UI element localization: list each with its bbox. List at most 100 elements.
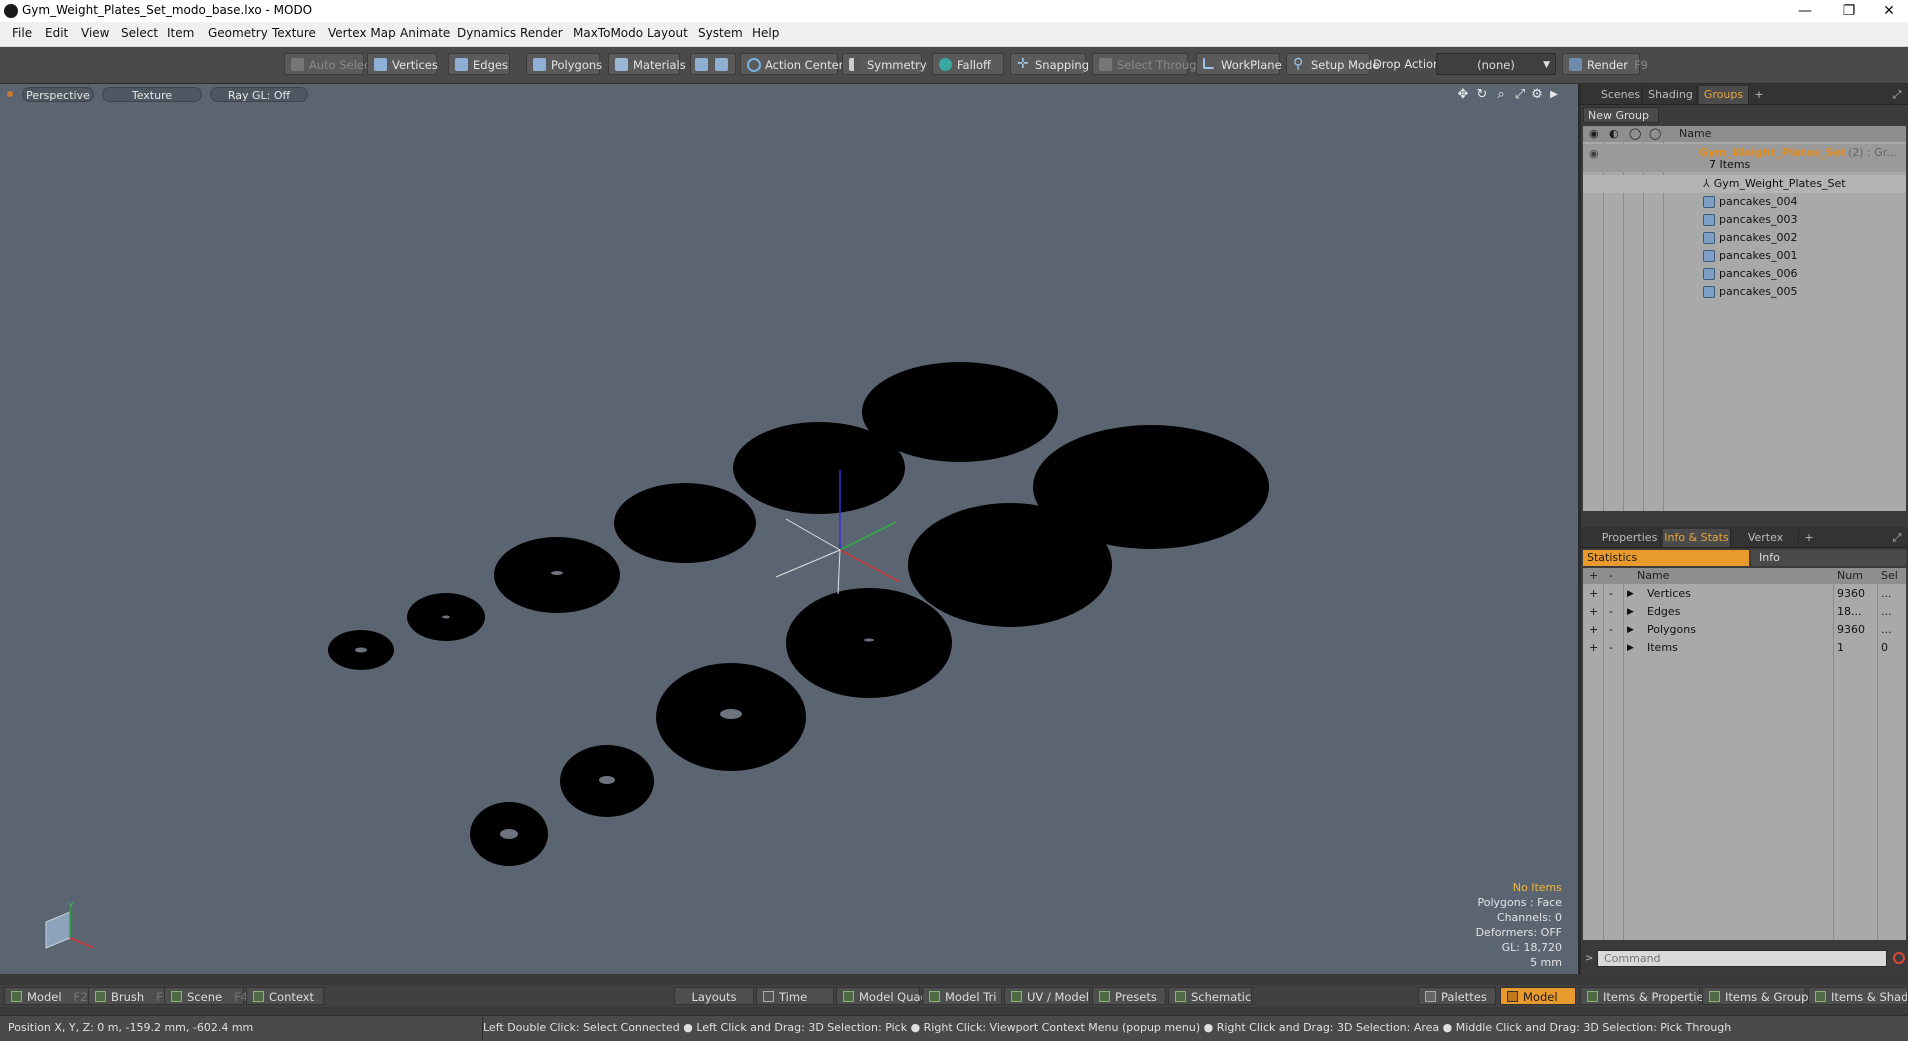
snapping-button[interactable]: ✛ Snapping [1010, 53, 1089, 75]
menu-maxtomodo[interactable]: MaxToModo [573, 26, 643, 40]
tab-schematic[interactable]: Schematic [1168, 987, 1252, 1005]
layouts-button[interactable]: Layouts [674, 987, 754, 1005]
expand-plus-icon[interactable]: + [1589, 585, 1598, 603]
disclosure-triangle-icon[interactable]: ▶ [1627, 603, 1634, 621]
list-item[interactable]: ⅄ Gym_Weight_Plates_Set [1583, 175, 1906, 193]
list-item[interactable]: pancakes_003 [1583, 211, 1906, 229]
table-row[interactable]: + - ▶ Vertices 9360 ... [1583, 585, 1908, 603]
eye-icon[interactable]: ◉ [1589, 145, 1599, 163]
table-row[interactable]: + - ▶ Items 1 0 [1583, 639, 1908, 657]
group-row[interactable]: ◉ Gym_Weight_Plates_Set (2) : Gr... 7 It… [1583, 144, 1906, 172]
fit-icon[interactable]: ⤢ [1513, 88, 1527, 102]
rotate-icon[interactable]: ↻ [1475, 88, 1489, 102]
weight-plate[interactable] [733, 422, 905, 514]
close-button[interactable]: ✕ [1866, 0, 1908, 22]
auto-select-button[interactable]: Auto Select [284, 53, 375, 75]
zoom-icon[interactable]: ⌕ [1494, 88, 1508, 102]
viewport-menu-icon[interactable] [7, 91, 13, 97]
tab-model-tri[interactable]: Model Tri [922, 987, 1002, 1005]
gear-icon[interactable]: ⚙ [1530, 88, 1544, 102]
tab-brush[interactable]: BrushF3 [88, 987, 170, 1005]
collapse-minus-icon[interactable]: - [1609, 585, 1613, 603]
info-subtab[interactable]: Info [1751, 550, 1906, 566]
tab-model-quad[interactable]: Model Quad [836, 987, 928, 1005]
add-tab-button[interactable]: + [1751, 86, 1767, 104]
vertices-button[interactable]: Vertices [367, 53, 438, 75]
menu-select[interactable]: Select [121, 26, 158, 40]
collapse-minus-icon[interactable]: - [1609, 639, 1613, 657]
render-button[interactable]: Render F9 [1562, 53, 1648, 75]
tab-properties[interactable]: Properties [1599, 529, 1661, 547]
menu-file[interactable]: File [12, 26, 32, 40]
expand-arrow-icon[interactable]: ▶ [1547, 88, 1561, 102]
polygons-button[interactable]: Polygons [526, 53, 602, 75]
tab-uv-model[interactable]: UV / Model [1004, 987, 1090, 1005]
menu-edit[interactable]: Edit [45, 26, 68, 40]
minimize-button[interactable]: — [1782, 0, 1828, 22]
tab-scene[interactable]: Scene F4 [164, 987, 248, 1005]
menu-animate[interactable]: Animate [400, 26, 450, 40]
menu-view[interactable]: View [81, 26, 109, 40]
tab-info-stats[interactable]: Info & Stats [1663, 529, 1731, 547]
new-group-button[interactable]: New Group [1583, 107, 1659, 123]
falloff-button[interactable]: Falloff [932, 53, 1004, 75]
list-item[interactable]: pancakes_005 [1583, 283, 1906, 301]
menu-layout[interactable]: Layout [647, 26, 688, 40]
tab-context[interactable]: Context [246, 987, 324, 1005]
edges-button[interactable]: Edges [448, 53, 510, 75]
materials-button[interactable]: Materials [608, 53, 686, 75]
disclosure-triangle-icon[interactable]: ▶ [1627, 621, 1634, 639]
tab-scenes[interactable]: Scenes [1599, 86, 1643, 104]
collapse-minus-icon[interactable]: - [1609, 603, 1613, 621]
symmetry-button[interactable]: Symmetry [842, 53, 927, 75]
selection-sets-buttons[interactable] [690, 53, 736, 75]
ray-gl-tab[interactable]: Ray GL: Off [210, 87, 308, 102]
perspective-tab[interactable]: Perspective [22, 87, 94, 102]
table-row[interactable]: + - ▶ Polygons 9360 ... [1583, 621, 1908, 639]
setup-mode-button[interactable]: ⚲ Setup Mode [1286, 53, 1379, 75]
expand-plus-icon[interactable]: + [1589, 639, 1598, 657]
palettes-button[interactable]: Palettes [1418, 987, 1496, 1005]
action-center-button[interactable]: Action Center [740, 53, 843, 75]
menu-system[interactable]: System [698, 26, 743, 40]
maximize-panel-icon[interactable]: ⤢ [1889, 529, 1905, 547]
tab-shading[interactable]: Shading [1645, 86, 1697, 104]
tab-items-groups[interactable]: Items & Groups [1702, 987, 1814, 1005]
menu-vertex-map[interactable]: Vertex Map [328, 26, 396, 40]
menu-texture[interactable]: Texture [272, 26, 316, 40]
weight-plate[interactable] [786, 588, 952, 698]
tab-model-active[interactable]: Model [1500, 987, 1576, 1005]
add-tab-button[interactable]: + [1801, 529, 1817, 547]
menu-geometry[interactable]: Geometry [208, 26, 268, 40]
workplane-button[interactable]: WorkPlane [1196, 53, 1282, 75]
expand-plus-icon[interactable]: + [1589, 603, 1598, 621]
list-item[interactable]: pancakes_006 [1583, 265, 1906, 283]
disclosure-triangle-icon[interactable]: ▶ [1627, 585, 1634, 603]
command-record-icon[interactable] [1893, 952, 1905, 964]
tab-time[interactable]: Time [756, 987, 834, 1005]
drop-action-select[interactable]: (none) ▼ [1436, 53, 1556, 75]
statistics-subtab[interactable]: Statistics [1583, 550, 1749, 566]
texture-tab[interactable]: Texture [102, 87, 202, 102]
menu-dynamics[interactable]: Dynamics [457, 26, 516, 40]
maximize-panel-icon[interactable]: ⤢ [1889, 86, 1905, 104]
weight-plate[interactable] [614, 483, 756, 563]
tab-groups[interactable]: Groups [1699, 86, 1749, 104]
pan-icon[interactable]: ✥ [1456, 88, 1470, 102]
tab-items-properties[interactable]: Items & Properties [1580, 987, 1710, 1005]
menu-render[interactable]: Render [520, 26, 563, 40]
list-item[interactable]: pancakes_004 [1583, 193, 1906, 211]
tab-items-shading[interactable]: Items & Shading [1808, 987, 1908, 1005]
list-item[interactable]: pancakes_001 [1583, 247, 1906, 265]
list-item[interactable]: pancakes_002 [1583, 229, 1906, 247]
command-input[interactable] [1597, 950, 1887, 967]
tab-presets[interactable]: Presets [1092, 987, 1166, 1005]
select-through-button[interactable]: Select Through [1092, 53, 1204, 75]
disclosure-triangle-icon[interactable]: ▶ [1627, 639, 1634, 657]
collapse-minus-icon[interactable]: - [1609, 621, 1613, 639]
menu-help[interactable]: Help [752, 26, 779, 40]
table-row[interactable]: + - ▶ Edges 18... ... [1583, 603, 1908, 621]
tab-model[interactable]: Model F2 [4, 987, 90, 1005]
3d-viewport[interactable]: Y Perspective Texture Ray GL: Off ✥ ↻ ⌕ … [0, 84, 1578, 974]
viewport-canvas[interactable] [0, 84, 1578, 974]
